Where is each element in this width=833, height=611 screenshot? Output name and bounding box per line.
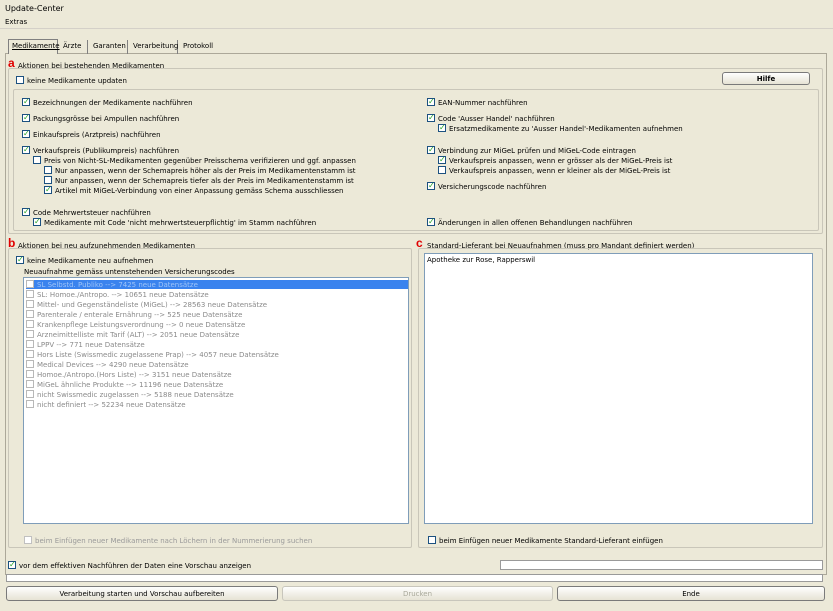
cb-preisschema[interactable]: Preis von Nicht-SL-Medikamenten gegenübe…	[33, 156, 356, 165]
list-item[interactable]: Mittel- und Gegenständeliste (MiGeL) -->…	[26, 300, 267, 309]
cb-ausser-handel[interactable]: Code 'Ausser Handel' nachführen	[427, 113, 555, 123]
cb-mwst[interactable]: Code Mehrwertsteuer nachführen	[22, 207, 151, 217]
list-item[interactable]: nicht definiert --> 52234 neue Datensätz…	[26, 400, 186, 409]
list-item[interactable]: Hors Liste (Swissmedic zugelassene Prap)…	[26, 350, 279, 359]
cb-ean[interactable]: EAN-Nummer nachführen	[427, 97, 528, 107]
cb-migel-ausschliessen[interactable]: Artikel mit MiGeL-Verbindung von einer A…	[44, 185, 343, 195]
cb-verkaufspreis[interactable]: Verkaufspreis (Publikumpreis) nachführen	[22, 145, 179, 155]
title-bar: Update-Center	[0, 0, 833, 16]
list-title: Neuaufnahme gemäss untenstehenden Versic…	[24, 268, 235, 276]
tab-garanten[interactable]: Garanten	[90, 40, 128, 54]
cb-schemapreis-hoeher[interactable]: Nur anpassen, wenn der Schemapreis höher…	[44, 166, 355, 175]
cb-packungsgroesse[interactable]: Packungsgrösse bei Ampullen nachführen	[22, 113, 179, 123]
cb-migel-kleiner[interactable]: Verkaufspreis anpassen, wenn er kleiner …	[438, 166, 670, 175]
menu-bar: Extras	[0, 16, 833, 29]
cb-mwst-stamm[interactable]: Medikamente mit Code 'nicht mehrwertsteu…	[33, 217, 316, 227]
tab-medikamente[interactable]: Medikamente	[8, 39, 60, 54]
start-button[interactable]: Verarbeitung starten und Vorschau aufber…	[6, 586, 278, 601]
progress-bar	[6, 574, 823, 582]
standard-lieferant-field[interactable]: Apotheke zur Rose, Rapperswil	[424, 253, 813, 524]
tab-aerzte[interactable]: Ärzte	[60, 40, 88, 54]
help-button[interactable]: Hilfe	[722, 72, 810, 85]
menu-extras[interactable]: Extras	[5, 18, 27, 26]
checkbox-box[interactable]	[16, 76, 24, 84]
cb-schemapreis-tiefer[interactable]: Nur anpassen, wenn der Schemapreis tiefe…	[44, 176, 354, 185]
standard-lieferant-value: Apotheke zur Rose, Rapperswil	[427, 256, 536, 264]
end-button[interactable]: Ende	[557, 586, 825, 601]
cb-migel-groesser[interactable]: Verkaufspreis anpassen, wenn er grösser …	[438, 155, 672, 165]
versicherungscode-list[interactable]: SL Selbstd. Publiko --> 7425 neue Datens…	[23, 277, 409, 524]
tab-verarbeitung[interactable]: Verarbeitung	[130, 40, 178, 54]
list-item[interactable]: Arzneimittelliste mit Tarif (ALT) --> 20…	[26, 330, 239, 339]
cb-loecher[interactable]: beim Einfügen neuer Medikamente nach Löc…	[24, 536, 312, 545]
list-item[interactable]: Krankenpflege Leistungsverordnung --> 0 …	[26, 320, 245, 329]
list-item[interactable]: Parenterale / enterale Ernährung --> 525…	[26, 310, 242, 319]
cb-migel-verbindung[interactable]: Verbindung zur MiGeL prüfen und MiGeL-Co…	[427, 145, 636, 155]
no-update-checkbox[interactable]: keine Medikamente updaten	[16, 76, 127, 85]
list-item[interactable]: LPPV --> 771 neue Datensätze	[26, 340, 145, 349]
print-button[interactable]: Drucken	[282, 586, 553, 601]
list-item[interactable]: MiGeL ähnliche Produkte --> 11196 neue D…	[26, 380, 223, 389]
list-item[interactable]: Homoe./Antropo.(Hors Liste) --> 3151 neu…	[26, 370, 232, 379]
cb-keine-neu[interactable]: keine Medikamente neu aufnehmen	[16, 255, 153, 265]
cb-offene-behandlungen[interactable]: Änderungen in allen offenen Behandlungen…	[427, 217, 632, 227]
cb-lieferant-einfuegen[interactable]: beim Einfügen neuer Medikamente Standard…	[428, 536, 663, 545]
list-item[interactable]: SL: Homoe./Antropo. --> 10651 neue Daten…	[26, 290, 209, 299]
cb-vorschau[interactable]: vor dem effektiven Nachführen der Daten …	[8, 560, 251, 570]
cb-versicherungscode[interactable]: Versicherungscode nachführen	[427, 181, 546, 191]
list-item[interactable]: Medical Devices --> 4290 neue Datensätze	[26, 360, 189, 369]
list-item[interactable]: SL Selbstd. Publiko --> 7425 neue Datens…	[26, 280, 408, 289]
status-field	[500, 560, 823, 570]
tab-protokoll[interactable]: Protokoll	[180, 40, 214, 54]
list-item[interactable]: nicht Swissmedic zugelassen --> 5188 neu…	[26, 390, 234, 399]
window-title: Update-Center	[5, 4, 64, 13]
cb-bezeichnungen[interactable]: Bezeichnungen der Medikamente nachführen	[22, 97, 193, 107]
cb-einkaufspreis[interactable]: Einkaufspreis (Arztpreis) nachführen	[22, 129, 161, 139]
cb-ersatzmedikamente[interactable]: Ersatzmedikamente zu 'Ausser Handel'-Med…	[438, 123, 683, 133]
